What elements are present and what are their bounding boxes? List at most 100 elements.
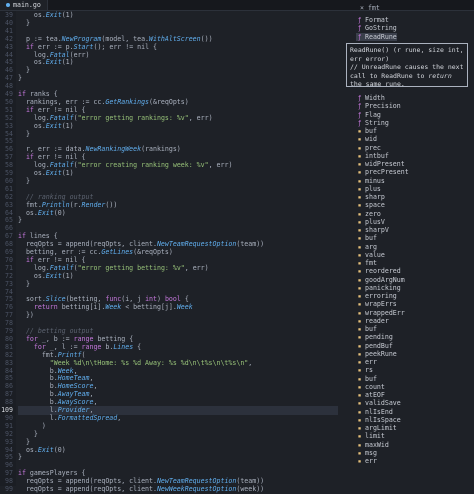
outline-item-label: nlIsSpace bbox=[365, 415, 401, 424]
code-line[interactable]: }) bbox=[18, 311, 34, 320]
documentation-popup: ReadRune() (r rune, size int, err error)… bbox=[346, 43, 468, 89]
outline-item-label: pendBuf bbox=[365, 341, 393, 350]
outline-item-label: minus bbox=[365, 176, 385, 185]
outline-item[interactable]: ▪ plus bbox=[356, 185, 381, 194]
outline-item[interactable]: ▪ peekRune bbox=[356, 350, 397, 359]
outline-item[interactable]: ▪ count bbox=[356, 383, 385, 392]
code-line[interactable]: } bbox=[18, 130, 30, 139]
outline-item[interactable]: ▪ buf bbox=[356, 325, 377, 334]
outline-item[interactable]: ▪ wrappedErr bbox=[356, 309, 405, 318]
code-line[interactable]: } bbox=[18, 216, 22, 225]
outline-item[interactable]: ▪ err bbox=[356, 457, 377, 466]
outline-item[interactable]: ƒ ReadRune bbox=[356, 32, 397, 42]
outline-item-label: sharp bbox=[365, 193, 385, 201]
outline-item[interactable]: ƒ Width bbox=[356, 94, 385, 103]
outline-item-label: argLimit bbox=[365, 424, 397, 432]
outline-item-label: buf bbox=[365, 127, 377, 135]
outline-item-label: wrappedErr bbox=[365, 308, 405, 317]
outline-item[interactable]: ƒ Flag bbox=[356, 111, 381, 120]
field-icon: ▪ bbox=[357, 458, 362, 465]
outline-item[interactable]: ▪ minus bbox=[356, 177, 385, 186]
outline-item-label: plusV bbox=[365, 217, 385, 226]
outline-item[interactable]: ▪ limit bbox=[356, 432, 385, 441]
outline-item[interactable]: ▪ rs bbox=[356, 366, 373, 375]
outline-item[interactable]: ▪ buf bbox=[356, 375, 377, 384]
outline-item-label: String bbox=[365, 118, 389, 127]
outline-item[interactable]: ƒ String bbox=[356, 119, 389, 128]
outline-item-label: Precision bbox=[365, 102, 401, 111]
outline-item[interactable]: ▪ wid bbox=[356, 135, 377, 144]
outline-item[interactable]: ▪ goodArgNum bbox=[356, 276, 405, 285]
outline-item-label: pending bbox=[365, 333, 393, 342]
outline-item[interactable]: ▪ arg bbox=[356, 243, 377, 252]
outline-item-label: maxWid bbox=[365, 440, 389, 449]
outline-item-label: erroring bbox=[365, 292, 397, 300]
code-line[interactable]: reqOpts = append(reqOpts, client.NewWeek… bbox=[18, 485, 264, 494]
outline-item[interactable]: ▪ buf bbox=[356, 234, 377, 243]
code-line[interactable]: os.Exit(0) bbox=[18, 446, 66, 455]
outline-item[interactable]: ▪ pendBuf bbox=[356, 342, 393, 351]
outline-item-label: space bbox=[365, 201, 385, 210]
outline-item-label: limit bbox=[365, 432, 385, 441]
outline-item-label: err bbox=[365, 457, 377, 465]
outline-item-label: precPresent bbox=[365, 168, 409, 177]
line-number-gutter: 39 40 41 42 43 44 45 46 47 48 49 50 51 52 53 54 55 56 57 58… bbox=[0, 11, 16, 493]
outline-item[interactable]: ▪ atEOF bbox=[356, 391, 385, 400]
doc-text: // UnreadRune causes the next call to Re… bbox=[350, 63, 464, 89]
outline-item-label: fmt bbox=[365, 259, 377, 267]
code-editor[interactable]: os.Exit(1) } p := tea.NewProgram(model, … bbox=[18, 11, 338, 493]
outline-item[interactable]: ▪ panicking bbox=[356, 284, 401, 293]
outline-item[interactable]: ▪ validSave bbox=[356, 399, 401, 408]
outline-item[interactable]: ƒ GoString bbox=[356, 24, 397, 33]
outline-item[interactable]: ▪ value bbox=[356, 251, 385, 260]
outline-item[interactable]: ▪ intbuf bbox=[356, 152, 389, 161]
outline-item[interactable]: ▪ msg bbox=[356, 449, 377, 458]
outline-item[interactable]: ▪ err bbox=[356, 358, 377, 367]
outline-item[interactable]: ▪ erroring bbox=[356, 292, 397, 301]
outline-item[interactable]: ▪ nlIsEnd bbox=[356, 408, 393, 417]
outline-item-label: reader bbox=[365, 316, 389, 325]
outline-item[interactable]: ▪ widPresent bbox=[356, 160, 405, 169]
outline-item[interactable]: ▪ prec bbox=[356, 144, 381, 153]
outline-item[interactable]: ▪ reader bbox=[356, 317, 389, 326]
outline-item-label: rs bbox=[365, 366, 373, 375]
code-line[interactable]: os.Exit(0) bbox=[18, 209, 66, 218]
outline-item[interactable]: ▪ sharpV bbox=[356, 226, 389, 235]
tab-label: main.go bbox=[13, 1, 41, 9]
outline-item[interactable]: ▪ argLimit bbox=[356, 424, 397, 433]
outline-item[interactable]: ƒ Precision bbox=[356, 102, 401, 111]
outline-item-label: panicking bbox=[365, 283, 401, 292]
code-line[interactable]: } bbox=[18, 280, 30, 289]
outline-item-label: nlIsEnd bbox=[365, 407, 393, 416]
code-line[interactable]: } bbox=[18, 177, 30, 186]
outline-item-label: wrapErrs bbox=[365, 300, 397, 309]
outline-item[interactable]: ▪ sharp bbox=[356, 193, 385, 202]
outline-item[interactable]: ▪ fmt bbox=[356, 259, 377, 268]
outline-item[interactable]: ▪ plusV bbox=[356, 218, 385, 227]
outline-item[interactable]: ▪ maxWid bbox=[356, 441, 389, 450]
outline-item[interactable]: ƒ Format bbox=[356, 16, 389, 25]
code-line[interactable]: } bbox=[18, 19, 30, 28]
line-number: 99 bbox=[5, 485, 13, 493]
outline-item[interactable]: ▪ nlIsSpace bbox=[356, 416, 401, 425]
tab-main-go[interactable]: main.go bbox=[0, 0, 48, 10]
outline-item[interactable]: ▪ reordered bbox=[356, 267, 401, 276]
outline-item[interactable]: ▪ space bbox=[356, 201, 385, 210]
outline-item-label: goodArgNum bbox=[365, 275, 405, 284]
outline-item[interactable]: ▪ buf bbox=[356, 127, 377, 136]
outline-item[interactable]: ▪ precPresent bbox=[356, 168, 409, 177]
outline-item-label: atEOF bbox=[365, 391, 385, 399]
outline-item[interactable]: ▪ zero bbox=[356, 210, 381, 219]
code-line[interactable]: } bbox=[18, 453, 22, 462]
outline-item[interactable]: ▪ wrapErrs bbox=[356, 300, 397, 309]
outline-item-label: plus bbox=[365, 184, 381, 193]
outline-item-label: zero bbox=[365, 209, 381, 218]
doc-signature: ReadRune() (r rune, size int, err error) bbox=[350, 46, 464, 63]
outline-item-label: arg bbox=[365, 242, 377, 251]
outline-item-label: buf bbox=[365, 374, 377, 383]
outline-item-label: Format bbox=[365, 16, 389, 24]
outline-item-label: validSave bbox=[365, 399, 401, 408]
code-line[interactable]: } bbox=[18, 74, 22, 83]
outline-item[interactable]: ▪ pending bbox=[356, 333, 393, 342]
code-line[interactable]: return betting[i].Week < betting[j].Week bbox=[18, 303, 193, 312]
